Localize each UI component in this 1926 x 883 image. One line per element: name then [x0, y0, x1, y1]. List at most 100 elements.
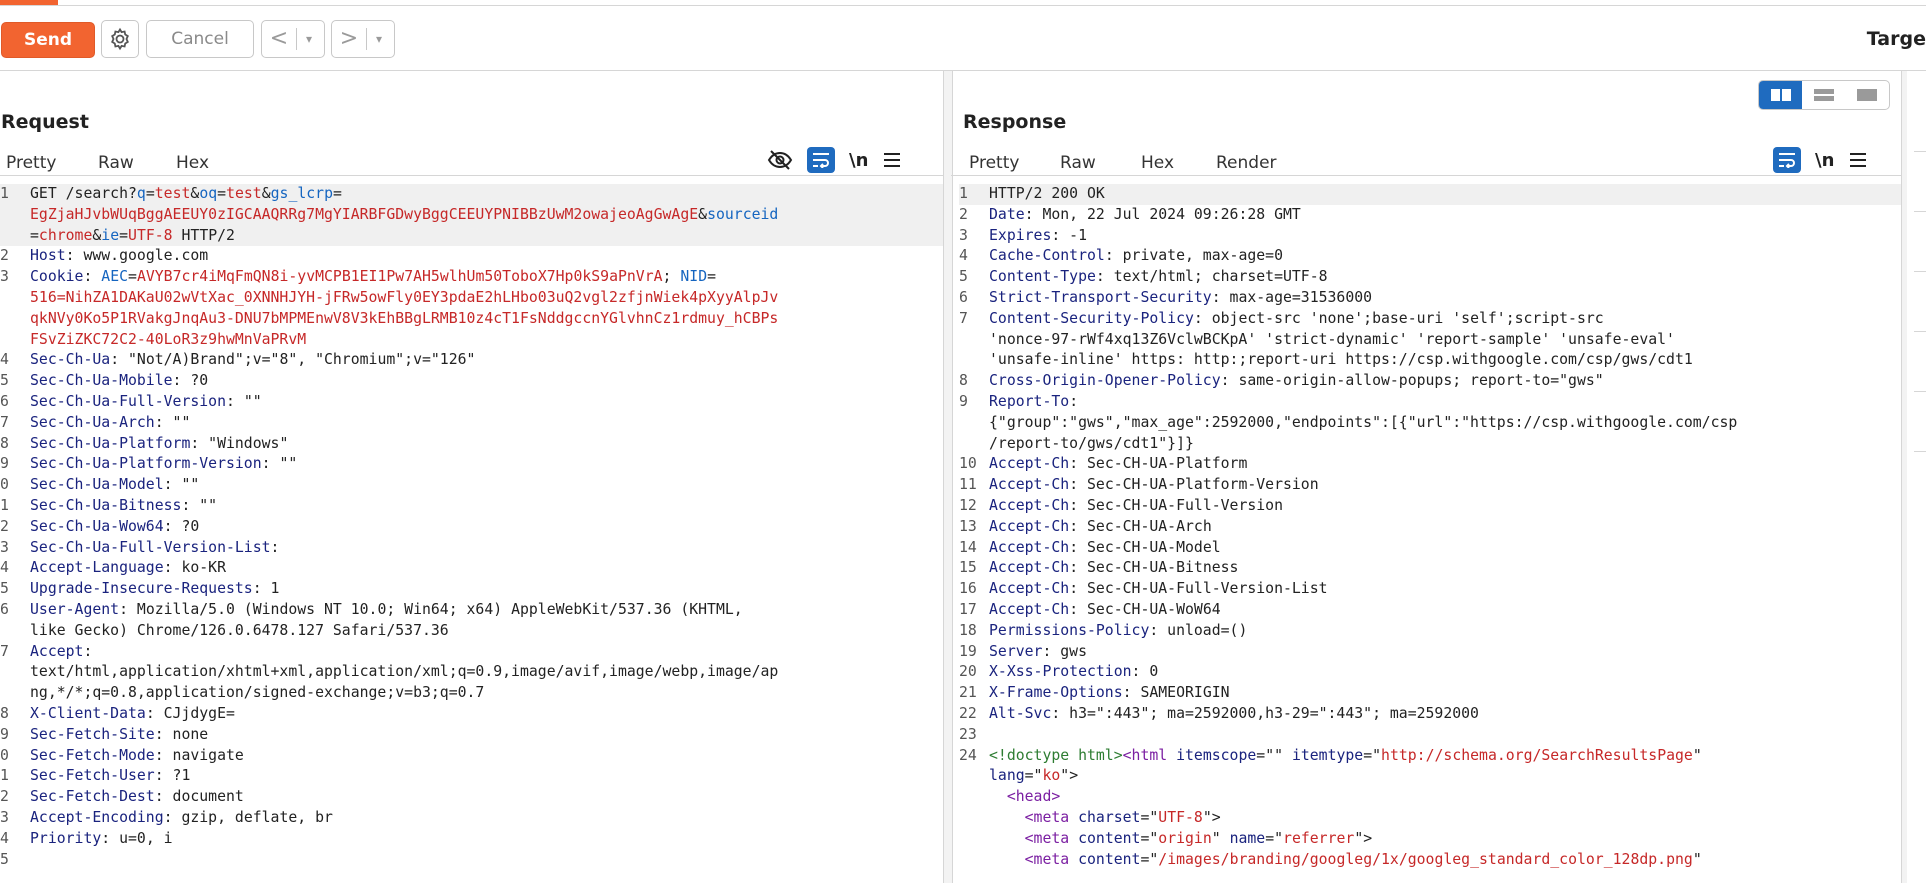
line-number: 8	[959, 372, 968, 390]
inspector-sidebar[interactable]	[1907, 71, 1926, 883]
code-line: 5	[0, 850, 943, 871]
request-title: Request	[1, 111, 89, 133]
line-number: 9	[0, 455, 9, 473]
response-editor[interactable]: 1 HTTP/2 200 OK 2 Date: Mon, 22 Jul 2024 09…	[959, 184, 1901, 883]
wrap-lines-icon[interactable]	[807, 147, 835, 173]
code-line: 3 Sec-Ch-Ua-Full-Version-List:	[0, 538, 943, 559]
code-text: X-Client-Data: CJjdygE=	[30, 704, 235, 722]
code-line: 5 Sec-Ch-Ua-Mobile: ?0	[0, 371, 943, 392]
code-line: 0 Sec-Ch-Ua-Model: ""	[0, 475, 943, 496]
code-line: 3 Accept-Encoding: gzip, deflate, br	[0, 808, 943, 829]
forward-button-group[interactable]: > ▾	[331, 20, 395, 58]
line-number: 6	[0, 392, 9, 410]
code-text: Accept-Language: ko-KR	[30, 559, 226, 577]
menu-icon[interactable]	[882, 151, 902, 169]
line-number: 21	[959, 684, 977, 702]
code-text: Content-Security-Policy: object-src 'non…	[989, 309, 1693, 369]
code-text: Sec-Ch-Ua-Arch: ""	[30, 413, 191, 431]
code-line: 15 Accept-Ch: Sec-CH-UA-Bitness	[959, 558, 1901, 579]
line-number: 3	[0, 268, 9, 286]
code-line: 9 Report-To: {"group":"gws","max_age":259…	[959, 392, 1901, 454]
newline-toggle[interactable]: \n	[849, 150, 868, 171]
back-arrow-icon[interactable]: <	[262, 21, 296, 57]
tab-raw[interactable]: Raw	[1060, 153, 1096, 173]
line-number: 5	[0, 580, 9, 598]
code-line: 20 X-Xss-Protection: 0	[959, 662, 1901, 683]
line-number: 13	[959, 517, 977, 535]
code-text: Sec-Ch-Ua-Bitness: ""	[30, 496, 218, 514]
code-text: Report-To: {"group":"gws","max_age":2592…	[989, 392, 1738, 452]
target-label[interactable]: Targe	[1867, 28, 1926, 50]
code-text: Server: gws	[989, 642, 1087, 660]
back-dropdown-icon[interactable]: ▾	[297, 32, 321, 46]
code-text: Cookie: AEC=AVYB7cr4iMqFmQN8i-yvMCPB1EI1…	[30, 268, 779, 348]
code-line: 13 Accept-Ch: Sec-CH-UA-Arch	[959, 517, 1901, 538]
newline-toggle[interactable]: \n	[1815, 150, 1834, 171]
forward-arrow-icon[interactable]: >	[332, 21, 366, 57]
request-editor[interactable]: 1 GET /search?q=test&oq=test&gs_lcrp= EgZ…	[0, 184, 943, 883]
code-text: Expires: -1	[989, 226, 1087, 244]
tab-pretty[interactable]: Pretty	[6, 153, 56, 173]
code-line: 2 Sec-Fetch-Dest: document	[0, 787, 943, 808]
code-line: 1 GET /search?q=test&oq=test&gs_lcrp= EgZ…	[0, 184, 943, 247]
code-text: Sec-Ch-Ua: "Not/A)Brand";v="8", "Chromiu…	[30, 351, 476, 369]
code-line: 8 X-Client-Data: CJjdygE=	[0, 704, 943, 725]
send-button[interactable]: Send	[1, 22, 95, 58]
response-title: Response	[963, 111, 1067, 133]
tab-hex[interactable]: Hex	[1141, 153, 1174, 173]
settings-button[interactable]	[101, 20, 139, 58]
code-line: 5 Upgrade-Insecure-Requests: 1	[0, 579, 943, 600]
code-text: Sec-Fetch-Mode: navigate	[30, 746, 244, 764]
code-line: 2 Host: www.google.com	[0, 246, 943, 267]
request-pane: Request Pretty Raw Hex \n 1 GET /search?q…	[0, 71, 943, 883]
wrap-lines-icon[interactable]	[1773, 147, 1801, 173]
cancel-button[interactable]: Cancel	[146, 20, 254, 58]
line-number: 3	[0, 808, 9, 826]
request-editor-icons: \n	[767, 147, 902, 173]
code-text: Accept-Ch: Sec-CH-UA-Model	[989, 538, 1221, 556]
code-text: <!doctype html><html itemscope="" itemty…	[989, 746, 1702, 868]
tab-raw[interactable]: Raw	[98, 153, 134, 173]
code-text: Date: Mon, 22 Jul 2024 09:26:28 GMT	[989, 205, 1301, 223]
line-number: 1	[0, 496, 9, 514]
code-text: Cross-Origin-Opener-Policy: same-origin-…	[989, 372, 1604, 390]
code-line: 5 Content-Type: text/html; charset=UTF-8	[959, 267, 1901, 288]
code-text: Sec-Ch-Ua-Platform-Version: ""	[30, 455, 298, 473]
line-number: 7	[0, 642, 9, 660]
line-number: 17	[959, 600, 977, 618]
line-number: 9	[959, 392, 968, 410]
code-line: 6 Strict-Transport-Security: max-age=3153…	[959, 288, 1901, 309]
back-button-group[interactable]: < ▾	[261, 20, 325, 58]
code-text: Strict-Transport-Security: max-age=31536…	[989, 288, 1373, 306]
code-line: 7 Accept: text/html,application/xhtml+xml…	[0, 642, 943, 704]
line-number: 3	[0, 538, 9, 556]
forward-dropdown-icon[interactable]: ▾	[367, 32, 391, 46]
code-text: Accept-Ch: Sec-CH-UA-Bitness	[989, 559, 1239, 577]
tab-pretty[interactable]: Pretty	[969, 153, 1019, 173]
code-line: 12 Accept-Ch: Sec-CH-UA-Full-Version	[959, 496, 1901, 517]
tab-render[interactable]: Render	[1216, 153, 1277, 173]
menu-icon[interactable]	[1848, 151, 1868, 169]
tab-hex[interactable]: Hex	[176, 153, 209, 173]
code-line: 4 Sec-Ch-Ua: "Not/A)Brand";v="8", "Chromi…	[0, 350, 943, 371]
line-number: 8	[0, 434, 9, 452]
line-number: 23	[959, 725, 977, 743]
hide-icon[interactable]	[767, 149, 793, 171]
code-line: 9 Sec-Ch-Ua-Platform-Version: ""	[0, 454, 943, 475]
code-text: Sec-Fetch-Site: none	[30, 725, 209, 743]
code-text: Sec-Fetch-User: ?1	[30, 767, 191, 785]
code-line: 7 Sec-Ch-Ua-Arch: ""	[0, 413, 943, 434]
line-number: 19	[959, 642, 977, 660]
line-number: 4	[959, 247, 968, 265]
line-number: 20	[959, 663, 977, 681]
code-line: 3 Expires: -1	[959, 226, 1901, 247]
code-line: 1 Sec-Fetch-User: ?1	[0, 766, 943, 787]
line-number: 4	[0, 829, 9, 847]
code-text: Host: www.google.com	[30, 247, 209, 265]
code-text: Accept: text/html,application/xhtml+xml,…	[30, 642, 779, 702]
code-line: 9 Sec-Fetch-Site: none	[0, 725, 943, 746]
code-text: Accept-Encoding: gzip, deflate, br	[30, 808, 333, 826]
active-tab-indicator	[0, 0, 58, 5]
code-text: Sec-Ch-Ua-Full-Version: ""	[30, 392, 262, 410]
